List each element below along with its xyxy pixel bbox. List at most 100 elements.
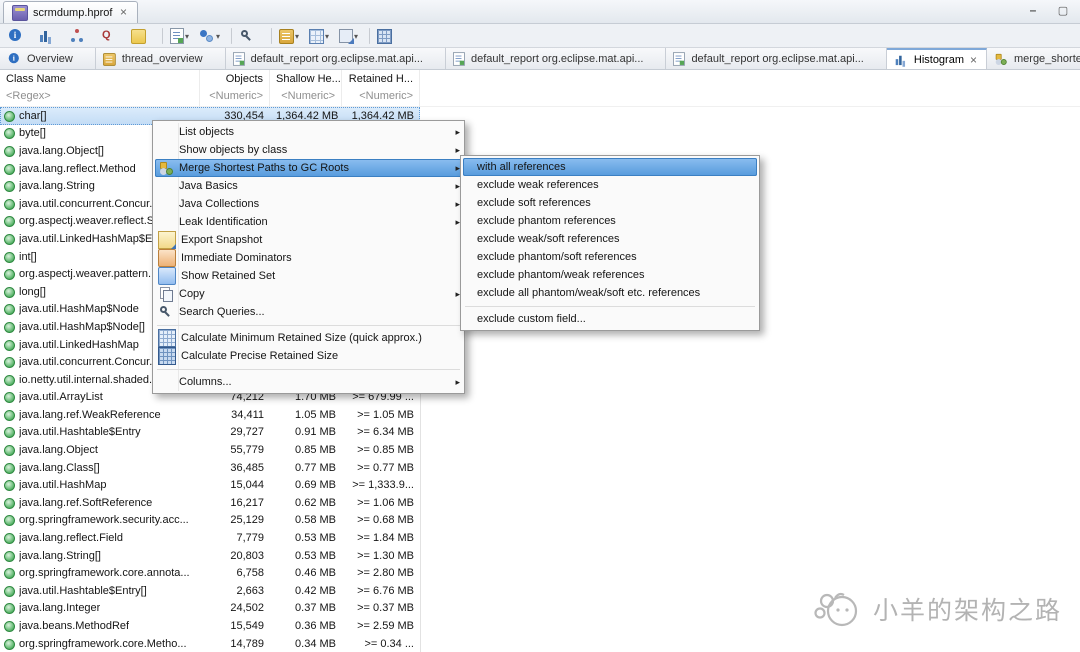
context-menu-item[interactable]: Merge Shortest Paths to GC Roots [155,159,462,177]
context-menu-item[interactable]: Calculate Precise Retained Size [155,347,462,365]
toolbar [0,24,1080,48]
context-menu-item[interactable]: Export Snapshot [155,231,462,249]
info-icon [7,52,21,66]
submenu-item[interactable]: exclude phantom/weak references [463,266,757,284]
table-row-java.util.Hashtable$Entry[][interactable]: java.util.Hashtable$Entry[] 2,663 0.42 M… [0,582,420,600]
tab-default-report-2[interactable]: default_report org.eclipse.mat.api... [446,48,667,69]
submenu-item[interactable]: exclude all phantom/weak/soft etc. refer… [463,284,757,302]
shallow-heap-cell: 0.36 MB [295,620,336,633]
objects-cell: 15,549 [230,620,264,633]
table-row-java.lang.Object[interactable]: java.lang.Object 55,779 0.85 MB >= 0.85 … [0,441,420,459]
toolbar-button-query-browser[interactable] [196,26,227,46]
table-row-org.springframework.core.annota...[interactable]: org.springframework.core.annota... 6,758… [0,564,420,582]
submenu-item[interactable]: exclude soft references [463,194,757,212]
column-header-class-name[interactable]: Class Name [0,70,200,88]
class-name: java.util.ArrayList [19,391,103,404]
submenu-item[interactable]: exclude weak/soft references [463,230,757,248]
tab-histogram[interactable]: Histogram [886,48,987,69]
submenu-item[interactable] [463,302,757,310]
context-menu-item[interactable]: Show Retained Set [155,267,462,285]
submenu-arrow-icon [448,376,460,388]
table-row-java.lang.ref.SoftReference[interactable]: java.lang.ref.SoftReference 16,217 0.62 … [0,494,420,512]
table-row-java.util.Hashtable$Entry[interactable]: java.util.Hashtable$Entry 29,727 0.91 MB… [0,424,420,442]
table-row-java.lang.reflect.Field[interactable]: java.lang.reflect.Field 7,779 0.53 MB >=… [0,529,420,547]
table-row-org.springframework.core.Metho...[interactable]: org.springframework.core.Metho... 14,789… [0,635,420,652]
sheep-logo-icon [811,588,863,630]
table-row-java.util.HashMap[interactable]: java.util.HashMap 15,044 0.69 MB >= 1,33… [0,476,420,494]
class-name-cell: java.lang.reflect.Field [0,532,200,545]
tab-default-report-3[interactable]: default_report org.eclipse.mat.api... [666,48,887,69]
heap-dump-file-tab[interactable]: scrmdump.hprof [3,1,139,23]
table-row-java.lang.Integer[interactable]: java.lang.Integer 24,502 0.37 MB >= 0.37… [0,600,420,618]
toolbar-button-export[interactable] [336,26,365,46]
context-menu-item[interactable]: Show objects by class [155,141,462,159]
submenu-item[interactable]: exclude custom field... [463,310,757,328]
context-menu-item[interactable]: Search Queries... [155,303,462,321]
context-menu-item[interactable]: Java Collections [155,195,462,213]
class-icon [4,286,15,298]
toolbar-button-leak-report[interactable] [128,26,158,46]
dropdown-arrow-icon[interactable] [185,30,193,42]
toolbar-button-histogram[interactable] [35,26,66,46]
objects-cell: 20,803 [230,549,264,562]
context-menu-item[interactable]: List objects [155,123,462,141]
context-menu-item[interactable]: Java Basics [155,177,462,195]
table-row-org.springframework.security.acc...[interactable]: org.springframework.security.acc... 25,1… [0,512,420,530]
dropdown-arrow-icon[interactable] [216,30,224,42]
filter-objects-field[interactable]: <Numeric> [200,88,270,106]
toolbar-button-thread-overview[interactable] [276,26,306,46]
column-header-objects[interactable]: Objects [200,70,270,88]
toolbar-button[interactable] [369,27,370,44]
toolbar-button-find[interactable] [236,26,267,46]
table-row-java.lang.ref.WeakReference[interactable]: java.lang.ref.WeakReference 34,411 1.05 … [0,406,420,424]
submenu-item-label: with all references [477,161,566,173]
context-menu-item[interactable] [155,321,462,329]
toolbar-button-grouping[interactable] [306,26,336,46]
tab-overview[interactable]: Overview [0,48,96,69]
submenu-item[interactable]: exclude weak references [463,176,757,194]
shallow-heap-cell: 0.53 MB [295,532,336,545]
tab-close-icon[interactable] [968,54,979,67]
context-menu-item[interactable]: Columns... [155,373,462,391]
context-menu-item[interactable]: Immediate Dominators [155,249,462,267]
context-menu-item[interactable]: Copy [155,285,462,303]
submenu-item[interactable]: with all references [463,158,757,176]
column-header-shallow-heap[interactable]: Shallow He... [270,70,342,88]
shallow-heap-cell: 1.05 MB [295,408,336,421]
menu-item-label: Java Collections [179,198,260,210]
maximize-icon[interactable] [1056,3,1070,17]
toolbar-button[interactable] [231,27,232,44]
toolbar-button-run-report[interactable] [167,26,196,46]
menu-item-label: Search Queries... [179,306,265,318]
toolbar-button-overview[interactable] [4,26,35,46]
tab-merge-shortest-paths[interactable]: merge_shortest_paths [selection of ... [987,48,1080,69]
context-menu-item[interactable]: Leak Identification [155,213,462,231]
submenu-item[interactable]: exclude phantom/soft references [463,248,757,266]
dropdown-arrow-icon[interactable] [325,30,333,42]
table-row-java.lang.String[][interactable]: java.lang.String[] 20,803 0.53 MB >= 1.3… [0,547,420,565]
tab-default-report-1[interactable]: default_report org.eclipse.mat.api... [226,48,446,69]
table-row-java.lang.Class[][interactable]: java.lang.Class[] 36,485 0.77 MB >= 0.77… [0,459,420,477]
toolbar-button-calculate-retained-size[interactable] [374,26,404,46]
dropdown-arrow-icon[interactable] [354,30,362,42]
context-menu-item[interactable]: Calculate Minimum Retained Size (quick a… [155,329,462,347]
tab-thread-overview[interactable]: thread_overview [96,48,226,69]
submenu-item[interactable]: exclude phantom references [463,212,757,230]
toolbar-button-oql[interactable] [97,26,128,46]
filter-shallow-field[interactable]: <Numeric> [270,88,342,106]
heap-dump-tab-close-icon[interactable] [117,6,129,19]
minimize-icon[interactable] [1026,3,1040,17]
class-icon [4,251,15,263]
exportsnap-icon [158,231,176,249]
dropdown-arrow-icon[interactable] [295,30,303,42]
class-name: java.util.Hashtable$Entry[] [19,584,147,597]
filter-retained-field[interactable]: <Numeric> [342,88,420,106]
toolbar-button[interactable] [271,27,272,44]
toolbar-button-dominator-tree[interactable] [66,26,97,46]
context-menu-item[interactable] [155,365,462,373]
filter-regex-field[interactable]: <Regex> [0,88,200,106]
toolbar-button[interactable] [162,27,163,44]
column-header-retained-heap[interactable]: Retained H... [342,70,420,88]
table-row-java.beans.MethodRef[interactable]: java.beans.MethodRef 15,549 0.36 MB >= 2… [0,617,420,635]
retained-heap-cell: >= 0.77 MB [357,461,414,474]
